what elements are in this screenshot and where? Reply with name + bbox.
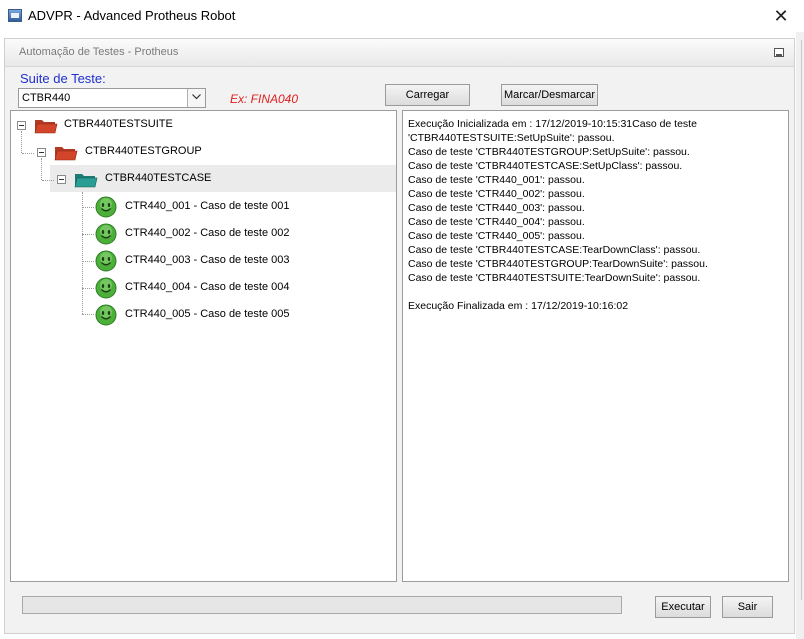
suite-select[interactable]: CTBR440: [18, 88, 206, 108]
marcar-desmarcar-button[interactable]: Marcar/Desmarcar: [501, 84, 598, 106]
tree-node-case[interactable]: CTBR440TESTCASE: [74, 168, 274, 190]
tree-label-test: CTR440_001 - Caso de teste 001: [125, 200, 290, 212]
smiley-pass-icon: [95, 277, 117, 299]
log-line: Caso de teste 'CTR440_004': passou.: [408, 216, 585, 228]
execution-log[interactable]: Execução Inicializada em : 17/12/2019-10…: [402, 110, 789, 582]
tree-node-test[interactable]: CTR440_002 - Caso de teste 002: [95, 223, 335, 245]
suite-hint: Ex: FINA040: [230, 92, 299, 106]
tree-expander-suite[interactable]: [17, 121, 26, 130]
log-line: Caso de teste 'CTBR440TESTGROUP:SetUpSui…: [408, 146, 690, 158]
tree-node-test[interactable]: CTR440_005 - Caso de teste 005: [95, 304, 335, 326]
tree-expander-case[interactable]: [57, 175, 66, 184]
tree-node-test[interactable]: CTR440_003 - Caso de teste 003: [95, 250, 335, 272]
folder-open-icon: [34, 120, 58, 134]
log-line: Execução Finalizada em : 17/12/2019-10:1…: [408, 300, 629, 312]
title-bar[interactable]: ADVPR - Advanced Protheus Robot ✕: [0, 0, 804, 32]
window-title: ADVPR - Advanced Protheus Robot: [28, 8, 236, 23]
tree-node-test[interactable]: CTR440_004 - Caso de teste 004: [95, 277, 335, 299]
chevron-down-icon[interactable]: [187, 89, 205, 107]
tree-node-group[interactable]: CTBR440TESTGROUP: [54, 141, 254, 163]
tree-node-test[interactable]: CTR440_001 - Caso de teste 001: [95, 196, 335, 218]
panel-header: Automação de Testes - Protheus: [5, 39, 794, 67]
smiley-pass-icon: [95, 223, 117, 245]
log-line: Caso de teste 'CTBR440TESTCASE:TearDownC…: [408, 244, 701, 256]
tree-label-group: CTBR440TESTGROUP: [85, 145, 202, 157]
smiley-pass-icon: [95, 196, 117, 218]
log-line: Caso de teste 'CTR440_003': passou.: [408, 202, 585, 214]
smiley-pass-icon: [95, 304, 117, 326]
log-line: Caso de teste 'CTBR440TESTGROUP:TearDown…: [408, 258, 708, 270]
log-line: Caso de teste 'CTBR440TESTCASE:SetUpClas…: [408, 160, 683, 172]
tree-expander-group[interactable]: [37, 148, 46, 157]
folder-open-icon: [54, 147, 78, 161]
tree-label-test: CTR440_003 - Caso de teste 003: [125, 254, 290, 266]
tree-label-test: CTR440_004 - Caso de teste 004: [125, 281, 290, 293]
log-line: Execução Inicializada em : 17/12/2019-10…: [408, 118, 697, 130]
log-line: 'CTBR440TESTSUITE:SetUpSuite': passou.: [408, 132, 615, 144]
log-line: Caso de teste 'CTR440_001': passou.: [408, 174, 585, 186]
log-line: Caso de teste 'CTBR440TESTSUITE:TearDown…: [408, 272, 701, 284]
window-right-edge: [796, 32, 804, 639]
smiley-pass-icon: [95, 250, 117, 272]
minimize-panel-icon[interactable]: [774, 48, 784, 57]
panel-title: Automação de Testes - Protheus: [19, 46, 179, 58]
tree-label-test: CTR440_005 - Caso de teste 005: [125, 308, 290, 320]
sair-button[interactable]: Sair: [722, 596, 773, 618]
progress-bar: [22, 596, 622, 614]
app-window: ADVPR - Advanced Protheus Robot ✕ Automa…: [0, 0, 804, 639]
tree-label-case: CTBR440TESTCASE: [105, 172, 212, 184]
executar-button[interactable]: Executar: [655, 596, 711, 618]
close-icon[interactable]: ✕: [758, 0, 804, 32]
tree-label-test: CTR440_002 - Caso de teste 002: [125, 227, 290, 239]
tree-node-suite[interactable]: CTBR440TESTSUITE: [34, 114, 234, 136]
folder-open-icon: [74, 174, 98, 188]
carregar-button[interactable]: Carregar: [385, 84, 470, 106]
suite-select-value: CTBR440: [22, 92, 71, 104]
log-line: Caso de teste 'CTR440_005': passou.: [408, 230, 585, 242]
tree-label-suite: CTBR440TESTSUITE: [64, 118, 173, 130]
suite-label: Suite de Teste:: [20, 71, 106, 86]
log-line: Caso de teste 'CTR440_002': passou.: [408, 188, 585, 200]
app-icon: [8, 9, 22, 22]
